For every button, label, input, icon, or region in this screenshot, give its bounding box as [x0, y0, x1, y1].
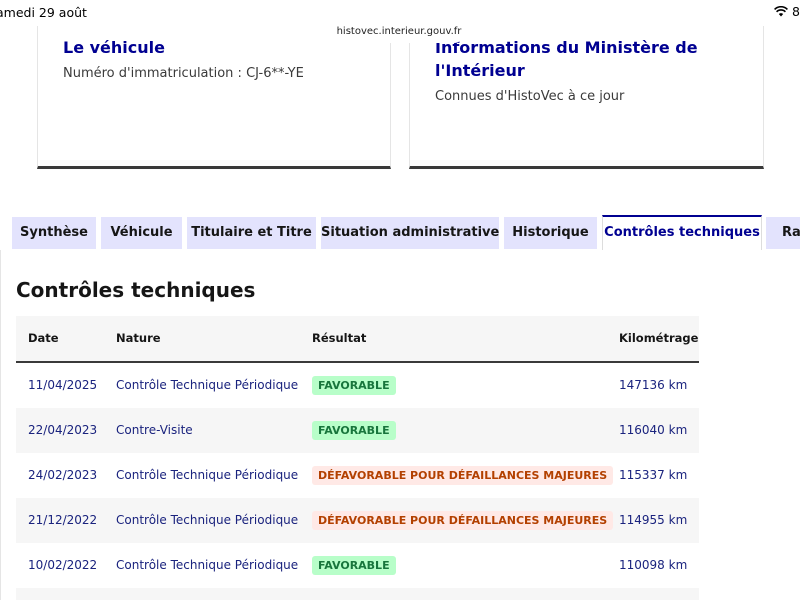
row-date: 11/04/2025 [28, 378, 98, 392]
section-title: Contrôles techniques [16, 278, 256, 302]
vehicle-card[interactable]: Le véhicule Numéro d'immatriculation : C… [37, 26, 391, 169]
row-nature: Contrôle Technique Périodique [116, 558, 299, 572]
row-km: 114955 km [619, 513, 688, 527]
row-km: 116040 km [619, 423, 688, 437]
tab-vehicule[interactable]: Véhicule [101, 217, 182, 249]
battery-level: 8 [792, 4, 800, 19]
table-row: 22/04/2023 Contre-Visite FAVORABLE 11604… [16, 408, 699, 453]
table-row-partial [16, 588, 699, 600]
row-date: 24/02/2023 [28, 468, 98, 482]
status-right: 8 [774, 4, 800, 19]
row-nature: Contrôle Technique Périodique [116, 513, 299, 527]
row-nature: Contrôle Technique Périodique [116, 378, 299, 392]
row-date: 21/12/2022 [28, 513, 98, 527]
row-nature: Contre-Visite [116, 423, 193, 437]
status-date: amedi 29 août [0, 5, 87, 20]
tab-historique[interactable]: Historique [504, 217, 597, 249]
ministry-card[interactable]: Informations du Ministère de l'Intérieur… [409, 26, 764, 169]
row-km: 115337 km [619, 468, 688, 482]
table-row: 21/12/2022 Contrôle Technique Périodique… [16, 498, 699, 543]
tab-controles-techniques[interactable]: Contrôles techniques [602, 215, 762, 251]
table-row: 11/04/2025 Contrôle Technique Périodique… [16, 363, 699, 408]
header-nature: Nature [116, 331, 161, 345]
result-badge: DÉFAVORABLE POUR DÉFAILLANCES MAJEURES [312, 466, 614, 485]
tab-situation-administrative[interactable]: Situation administrative [321, 217, 499, 249]
result-badge: DÉFAVORABLE POUR DÉFAILLANCES MAJEURES [312, 511, 614, 530]
row-km: 147136 km [619, 378, 688, 392]
result-badge: FAVORABLE [312, 421, 396, 440]
header-km: Kilométrage [619, 331, 699, 345]
tab-list: Synthèse Véhicule Titulaire et Titre Sit… [0, 214, 800, 251]
ministry-card-text: Connues d'HistoVec à ce jour [435, 89, 625, 104]
wifi-icon [774, 6, 789, 17]
row-nature: Contrôle Technique Périodique [116, 468, 299, 482]
address-bar[interactable]: histovec.interieur.gouv.fr [334, 21, 464, 43]
tab-titulaire[interactable]: Titulaire et Titre [187, 217, 316, 249]
ministry-card-title[interactable]: Informations du Ministère de l'Intérieur [435, 36, 755, 82]
table-row: 10/02/2022 Contrôle Technique Périodique… [16, 543, 699, 588]
row-km: 110098 km [619, 558, 688, 572]
result-badge: FAVORABLE [312, 556, 396, 575]
tab-synthese[interactable]: Synthèse [12, 217, 96, 249]
inspection-table: Date Nature Résultat Kilométrage 11/04/2… [16, 316, 699, 600]
table-row: 24/02/2023 Contrôle Technique Périodique… [16, 453, 699, 498]
row-date: 22/04/2023 [28, 423, 98, 437]
result-badge: FAVORABLE [312, 376, 396, 395]
tab-rapport[interactable]: Rap [766, 217, 800, 249]
vehicle-card-title[interactable]: Le véhicule [63, 36, 165, 59]
header-date: Date [28, 331, 59, 345]
header-result: Résultat [312, 331, 367, 345]
table-header: Date Nature Résultat Kilométrage [16, 316, 699, 363]
registration-number: Numéro d'immatriculation : CJ-6**-YE [63, 66, 304, 81]
row-date: 10/02/2022 [28, 558, 98, 572]
